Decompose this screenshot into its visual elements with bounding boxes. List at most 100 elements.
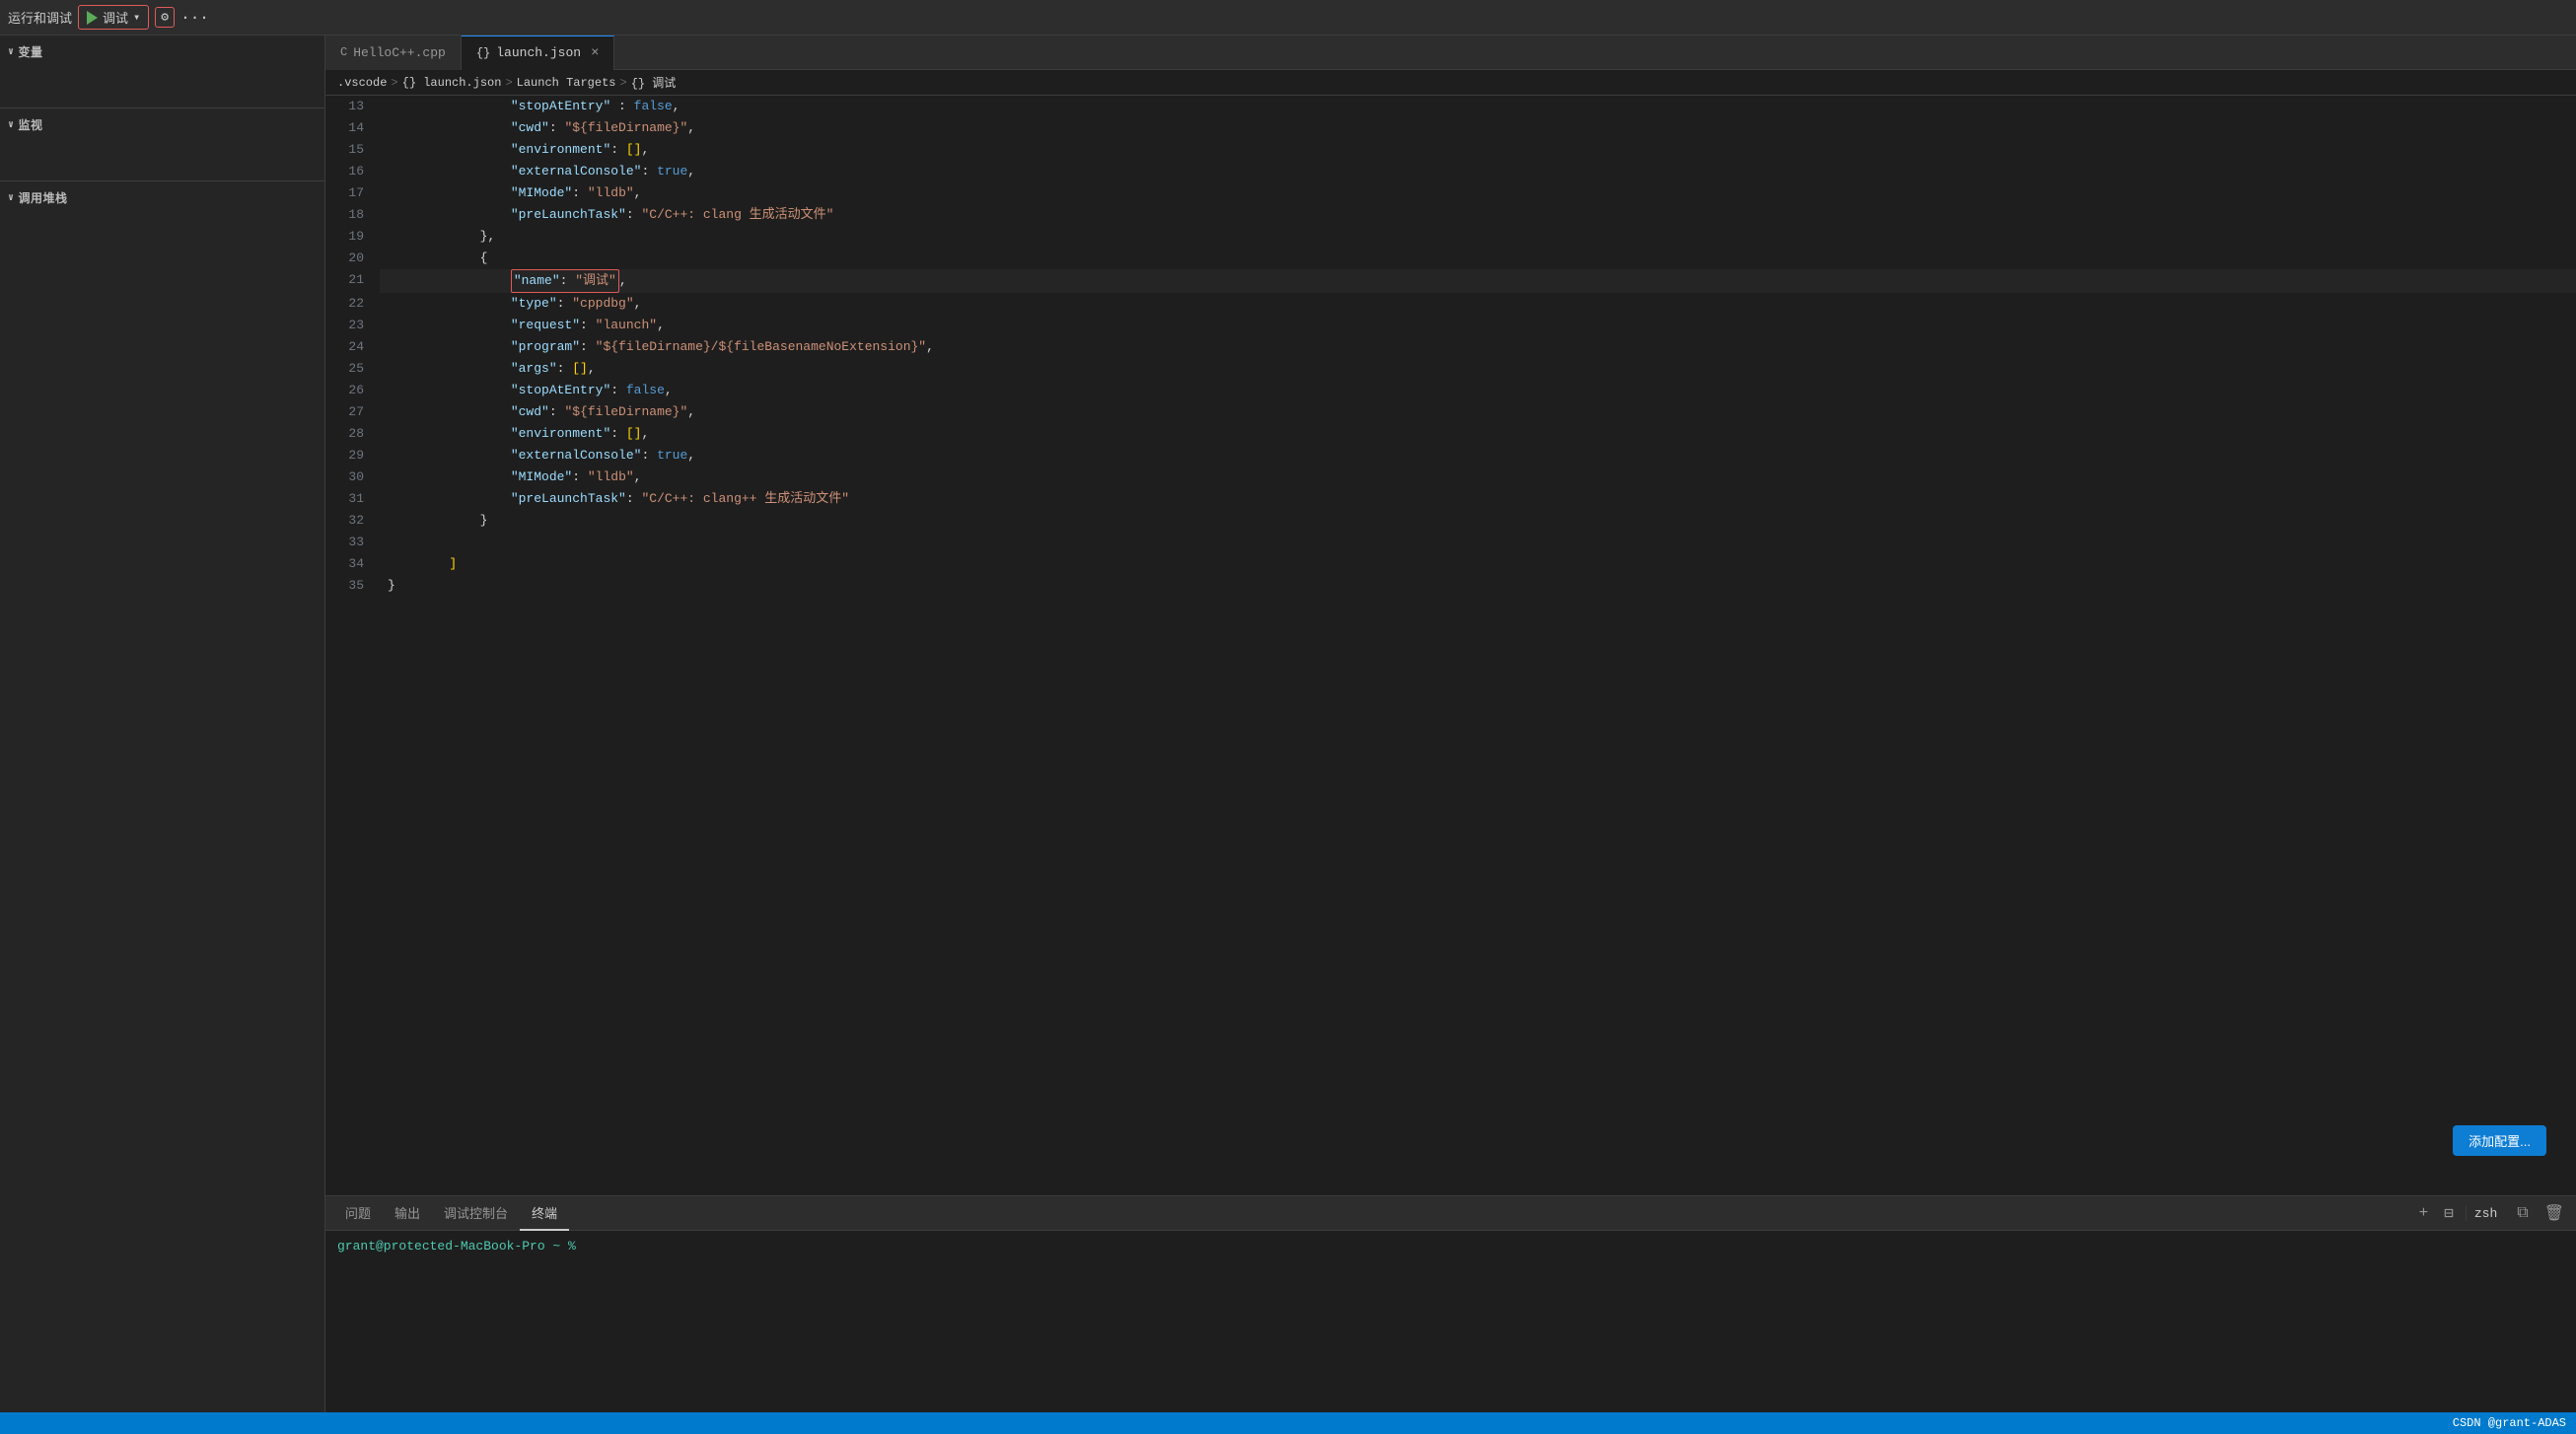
breadcrumb-vscode: .vscode (337, 76, 387, 90)
more-button[interactable]: ··· (180, 9, 209, 27)
line-number: 17 (325, 182, 380, 204)
tab-helloCpp[interactable]: C HelloC++.cpp (325, 36, 462, 70)
line-content: "MIMode": "lldb", (380, 182, 2576, 204)
breadcrumb-sep3: > (619, 76, 626, 90)
line-content: "environment": [], (380, 139, 2576, 161)
tabs-bar: C HelloC++.cpp {} launch.json × (325, 36, 2576, 70)
breadcrumb-debug: {} 调试 (631, 74, 677, 91)
variables-section-header[interactable]: ∨ 变量 (0, 39, 324, 64)
line-number: 28 (325, 423, 380, 445)
code-line-27: 27 "cwd": "${fileDirname}", (325, 401, 2576, 423)
code-line-31: 31 "preLaunchTask": "C/C++: clang++ 生成活动… (325, 488, 2576, 510)
panel-split-icon[interactable]: ⧉ (2513, 1202, 2532, 1224)
code-line-18: 18 "preLaunchTask": "C/C++: clang 生成活动文件… (325, 204, 2576, 226)
line-number: 13 (325, 96, 380, 117)
line-number: 26 (325, 380, 380, 401)
tab-label: HelloC++.cpp (353, 45, 446, 60)
terminal-content[interactable]: grant@protected-MacBook-Pro ~ % (325, 1231, 2576, 1412)
debug-name-label: 调试 (103, 8, 128, 27)
line-content: "preLaunchTask": "C/C++: clang 生成活动文件" (380, 204, 2576, 226)
gear-button[interactable]: ⚙ (155, 7, 175, 28)
callstack-section-header[interactable]: ∨ 调用堆栈 (0, 185, 324, 210)
code-line-33: 33 (325, 532, 2576, 553)
run-debug-label: 运行和调试 (8, 8, 72, 27)
line-content: } (380, 510, 2576, 532)
code-line-17: 17 "MIMode": "lldb", (325, 182, 2576, 204)
add-config-button[interactable]: 添加配置... (2453, 1125, 2546, 1156)
variables-content (0, 64, 324, 104)
cpp-file-icon: C (340, 45, 347, 59)
line-content: "cwd": "${fileDirname}", (380, 401, 2576, 423)
code-line-25: 25 "args": [], (325, 358, 2576, 380)
code-line-19: 19 }, (325, 226, 2576, 248)
code-line-29: 29 "externalConsole": true, (325, 445, 2576, 466)
line-number: 21 (325, 269, 380, 291)
breadcrumb-launch-targets: Launch Targets (517, 76, 616, 90)
code-line-24: 24 "program": "${fileDirname}/${fileBase… (325, 336, 2576, 358)
split-terminal-button[interactable]: ⊟ (2440, 1201, 2458, 1225)
line-content: } (380, 575, 2576, 597)
watch-label: 监视 (19, 116, 43, 133)
chevron-down-icon: ▾ (133, 10, 140, 25)
watch-content (0, 137, 324, 177)
code-editor[interactable]: 13 "stopAtEntry" : false,14 "cwd": "${fi… (325, 96, 2576, 1195)
panel-trash-icon[interactable]: 🗑 (2540, 1201, 2568, 1225)
tab-terminal[interactable]: 终端 (520, 1196, 569, 1231)
tab-problems[interactable]: 问题 (333, 1196, 383, 1231)
tab-debug-console[interactable]: 调试控制台 (432, 1196, 520, 1231)
tab-launchJson[interactable]: {} launch.json × (462, 36, 615, 70)
code-line-22: 22 "type": "cppdbg", (325, 293, 2576, 315)
tab-close-icon[interactable]: × (591, 45, 599, 61)
watch-section-header[interactable]: ∨ 监视 (0, 112, 324, 137)
code-line-28: 28 "environment": [], (325, 423, 2576, 445)
code-line-20: 20 { (325, 248, 2576, 269)
chevron-down-icon: ∨ (8, 46, 15, 58)
line-content: "preLaunchTask": "C/C++: clang++ 生成活动文件" (380, 488, 2576, 510)
code-line-23: 23 "request": "launch", (325, 315, 2576, 336)
line-content: "stopAtEntry": false, (380, 380, 2576, 401)
status-bar-right: CSDN @grant-ADAS (2453, 1416, 2566, 1430)
name-highlight-box: "name": "调试" (511, 269, 619, 293)
line-number: 16 (325, 161, 380, 182)
line-content: }, (380, 226, 2576, 248)
shell-label: zsh (2466, 1206, 2505, 1221)
line-content: "MIMode": "lldb", (380, 466, 2576, 488)
terminal-prompt: grant@protected-MacBook-Pro ~ % (337, 1239, 576, 1254)
line-content: ] (380, 553, 2576, 575)
panel-tabs-bar: 问题 输出 调试控制台 终端 + ⊟ zsh ⧉ 🗑 (325, 1196, 2576, 1231)
line-number: 24 (325, 336, 380, 358)
variables-label: 变量 (19, 43, 43, 60)
line-content: "cwd": "${fileDirname}", (380, 117, 2576, 139)
line-number: 14 (325, 117, 380, 139)
code-line-14: 14 "cwd": "${fileDirname}", (325, 117, 2576, 139)
code-line-21: 21 "name": "调试", (325, 269, 2576, 293)
line-number: 32 (325, 510, 380, 532)
code-line-15: 15 "environment": [], (325, 139, 2576, 161)
play-icon (87, 11, 98, 25)
chevron-down-icon: ∨ (8, 119, 15, 131)
line-content: "externalConsole": true, (380, 161, 2576, 182)
code-line-26: 26 "stopAtEntry": false, (325, 380, 2576, 401)
json-file-icon: {} (476, 46, 490, 60)
code-line-32: 32 } (325, 510, 2576, 532)
line-number: 23 (325, 315, 380, 336)
line-number: 18 (325, 204, 380, 226)
line-number: 30 (325, 466, 380, 488)
line-content: "request": "launch", (380, 315, 2576, 336)
line-content: { (380, 248, 2576, 269)
debug-run-button[interactable]: 调试 ▾ (78, 5, 149, 30)
code-line-13: 13 "stopAtEntry" : false, (325, 96, 2576, 117)
callstack-section: ∨ 调用堆栈 (0, 180, 324, 253)
breadcrumb-launch-json: {} launch.json (402, 76, 502, 90)
sidebar: ∨ 变量 ∨ 监视 ∨ 调用堆栈 (0, 36, 325, 1412)
code-line-16: 16 "externalConsole": true, (325, 161, 2576, 182)
line-content: "stopAtEntry" : false, (380, 96, 2576, 117)
line-content: "args": [], (380, 358, 2576, 380)
breadcrumb: .vscode > {} launch.json > Launch Target… (325, 70, 2576, 96)
line-number: 29 (325, 445, 380, 466)
line-number: 35 (325, 575, 380, 597)
line-content: "externalConsole": true, (380, 445, 2576, 466)
tab-output[interactable]: 输出 (383, 1196, 432, 1231)
new-terminal-button[interactable]: + (2415, 1202, 2433, 1224)
line-number: 20 (325, 248, 380, 269)
